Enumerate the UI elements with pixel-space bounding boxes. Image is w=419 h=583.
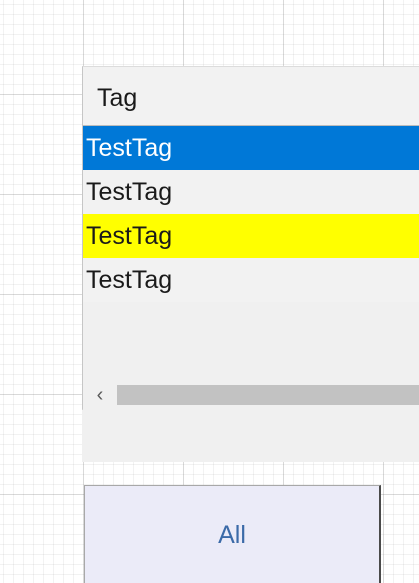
list-item[interactable]: TestTag [83,214,419,258]
column-header-tag[interactable]: Tag [83,67,419,126]
list-item-label: TestTag [86,133,173,162]
horizontal-scrollbar[interactable]: ‹ [83,380,419,410]
list-item[interactable]: TestTag [83,126,419,170]
panel-footer [82,410,419,462]
all-button[interactable]: All [84,485,381,583]
scroll-left-arrow-icon[interactable]: ‹ [83,380,117,410]
scrollbar-thumb[interactable] [117,385,419,405]
tag-list: TestTag TestTag TestTag TestTag [83,126,419,302]
list-item-label: TestTag [86,265,173,294]
list-item[interactable]: TestTag [83,170,419,214]
list-item-label: TestTag [86,221,173,250]
column-header-label: Tag [97,84,138,112]
list-item-label: TestTag [86,177,173,206]
tag-list-panel: Tag TestTag TestTag TestTag TestTag ‹ [82,66,419,410]
list-item[interactable]: TestTag [83,258,419,302]
